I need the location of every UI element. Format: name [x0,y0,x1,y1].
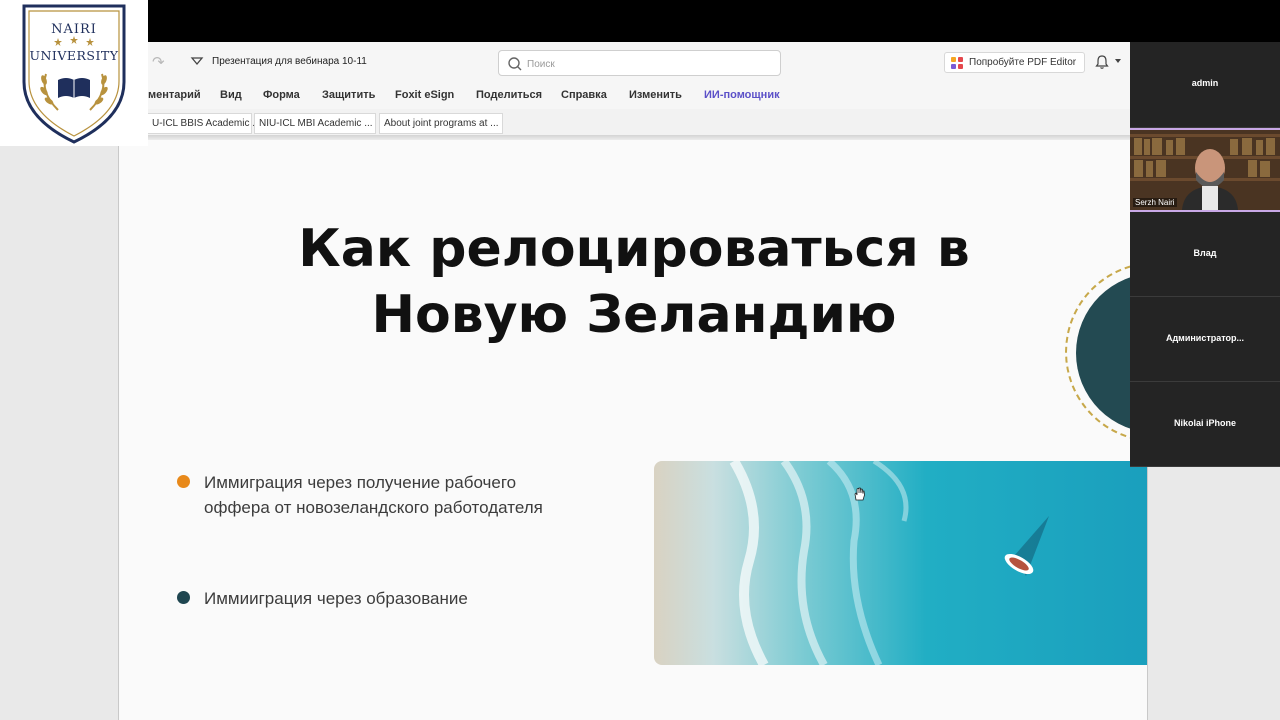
slide-title-line-1: Как релоцироваться в [298,219,970,279]
tab-bbis-academic[interactable]: U-ICL BBIS Academic ... [148,113,261,134]
participant-name: admin [1191,78,1219,88]
bullet-text-line: оффера от новозеландского работодателя [204,498,543,517]
menu-form[interactable]: Форма [263,89,300,101]
app-title-bar: ↷ Презентация для вебинара 10-11 Попробу… [148,42,1130,82]
tab-joint-programs[interactable]: About joint programs at ... [379,113,503,134]
search-icon [508,57,522,71]
participant-name: Влад [1193,248,1217,258]
slide-title: Как релоцироваться в Новую Зеландию [119,216,1147,348]
tab-mbi-academic[interactable]: NIU-ICL MBI Academic ... [254,113,376,134]
redo-icon[interactable]: ↷ [152,53,165,71]
menu-share[interactable]: Поделиться [476,89,542,101]
nairi-university-logo: NAIRI UNIVERSITY [22,4,126,144]
menu-view[interactable]: Вид [220,89,242,101]
participant-name: Serzh Nairi [1133,198,1177,207]
participant-tile[interactable]: admin [1130,42,1280,128]
bell-icon[interactable] [1094,54,1110,70]
ocean-sailboat-image [654,461,1147,665]
ribbon-menu: ментарий Вид Форма Защитить Foxit eSign … [148,82,1130,109]
participant-tile[interactable]: Nikolai iPhone [1130,382,1280,467]
logo-text-bottom: UNIVERSITY [29,48,118,63]
slide-title-line-2: Новую Зеландию [371,285,897,345]
menu-help[interactable]: Справка [561,89,607,101]
menu-foxit-esign[interactable]: Foxit eSign [395,89,454,101]
menu-ai-assistant[interactable]: ИИ-помощник [704,89,780,101]
search-input[interactable] [527,55,767,73]
participant-video-tile[interactable]: Serzh Nairi [1130,128,1280,212]
bullet-text-line: Иммииграция через образование [204,589,468,608]
document-tabs: U-ICL BBIS Academic ... NIU-ICL MBI Acad… [148,109,1130,136]
menu-protect[interactable]: Защитить [322,89,375,101]
participants-panel: admin Serzh Nairi Влад Администратор... … [1130,42,1280,467]
bullet-text: Иммииграция через образование [204,586,468,611]
chevron-down-icon[interactable] [1115,59,1121,63]
apps-grid-icon [951,57,963,69]
bullet-item: Иммииграция через образование [177,586,468,611]
menu-edit[interactable]: Изменить [629,89,682,101]
bullet-text: Иммиграция через получение рабочего оффе… [204,470,543,520]
bullet-dot-teal [177,591,190,604]
university-logo-overlay: NAIRI UNIVERSITY [0,0,148,146]
bullet-item: Иммиграция через получение рабочего оффе… [177,470,543,520]
bullet-text-line: Иммиграция через получение рабочего [204,473,517,492]
logo-text-top: NAIRI [51,22,97,37]
search-box[interactable] [498,50,781,76]
participant-tile[interactable]: Администратор... [1130,297,1280,382]
bullet-dot-orange [177,475,190,488]
participant-name: Nikolai iPhone [1173,418,1236,428]
participant-tile[interactable]: Влад [1130,212,1280,297]
quick-access-dropdown-icon[interactable] [190,54,204,68]
try-pdf-editor-label: Попробуйте PDF Editor [969,57,1077,68]
presentation-slide: Как релоцироваться в Новую Зеландию Имми… [118,140,1148,720]
document-title: Презентация для вебинара 10-11 [212,56,367,67]
hand-cursor-icon [854,487,865,501]
try-pdf-editor-button[interactable]: Попробуйте PDF Editor [944,52,1085,73]
menu-comment[interactable]: ментарий [148,89,201,101]
participant-name: Администратор... [1165,333,1245,343]
